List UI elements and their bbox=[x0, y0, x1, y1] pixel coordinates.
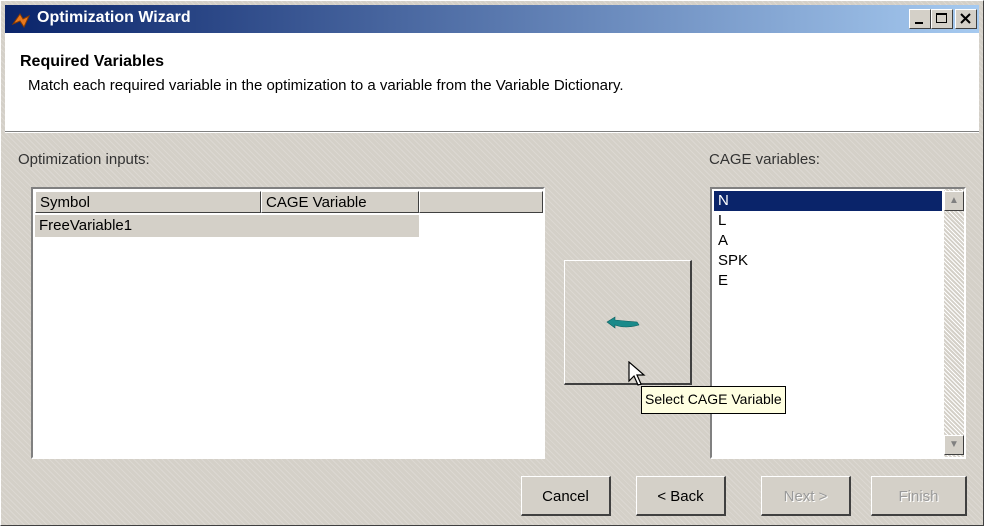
list-item[interactable]: SPK bbox=[714, 251, 942, 271]
cage-variables-label: CAGE variables: bbox=[709, 151, 820, 168]
list-item[interactable]: L bbox=[714, 211, 942, 231]
optimization-wizard-window: Optimization Wizard Required Variables M… bbox=[0, 0, 984, 526]
window-title: Optimization Wizard bbox=[37, 9, 191, 26]
table-row[interactable]: FreeVariable1 bbox=[35, 215, 419, 237]
title-bar[interactable]: Optimization Wizard bbox=[5, 5, 979, 33]
scroll-up-button[interactable]: ▲ bbox=[944, 191, 964, 211]
column-header-empty[interactable] bbox=[419, 191, 543, 213]
optimization-inputs-label: Optimization inputs: bbox=[18, 151, 150, 168]
column-header-cage-variable[interactable]: CAGE Variable bbox=[261, 191, 419, 213]
down-arrow-icon: ▼ bbox=[949, 439, 959, 450]
cancel-button[interactable]: Cancel bbox=[521, 476, 611, 516]
up-arrow-icon: ▲ bbox=[949, 195, 959, 206]
cage-variables-list[interactable]: N L A SPK E ▲ ▼ bbox=[710, 187, 966, 459]
wizard-header: Required Variables Match each required v… bbox=[5, 33, 979, 132]
column-header-symbol[interactable]: Symbol bbox=[35, 191, 261, 213]
header-divider bbox=[5, 132, 979, 133]
header-description: Match each required variable in the opti… bbox=[28, 77, 624, 94]
minimize-icon bbox=[915, 22, 923, 24]
header-title: Required Variables bbox=[20, 53, 165, 70]
symbol-cell: FreeVariable1 bbox=[39, 217, 133, 234]
optimization-inputs-table[interactable]: Symbol CAGE Variable FreeVariable1 bbox=[31, 187, 545, 459]
close-icon bbox=[960, 13, 971, 24]
list-item[interactable]: E bbox=[714, 271, 942, 291]
list-scrollbar[interactable]: ▲ ▼ bbox=[944, 189, 964, 457]
maximize-button[interactable] bbox=[931, 9, 953, 29]
list-item[interactable]: N bbox=[714, 191, 942, 211]
next-button[interactable]: Next > bbox=[761, 476, 851, 516]
list-item[interactable]: A bbox=[714, 231, 942, 251]
assign-arrow-icon bbox=[606, 316, 640, 329]
maximize-icon bbox=[936, 13, 947, 23]
minimize-button[interactable] bbox=[909, 9, 931, 29]
scroll-down-button[interactable]: ▼ bbox=[944, 435, 964, 455]
mouse-cursor-icon bbox=[628, 361, 646, 386]
matlab-icon bbox=[11, 13, 31, 29]
close-button[interactable] bbox=[955, 9, 977, 29]
finish-button[interactable]: Finish bbox=[871, 476, 967, 516]
tooltip: Select CAGE Variable bbox=[641, 386, 786, 414]
back-button[interactable]: < Back bbox=[636, 476, 726, 516]
